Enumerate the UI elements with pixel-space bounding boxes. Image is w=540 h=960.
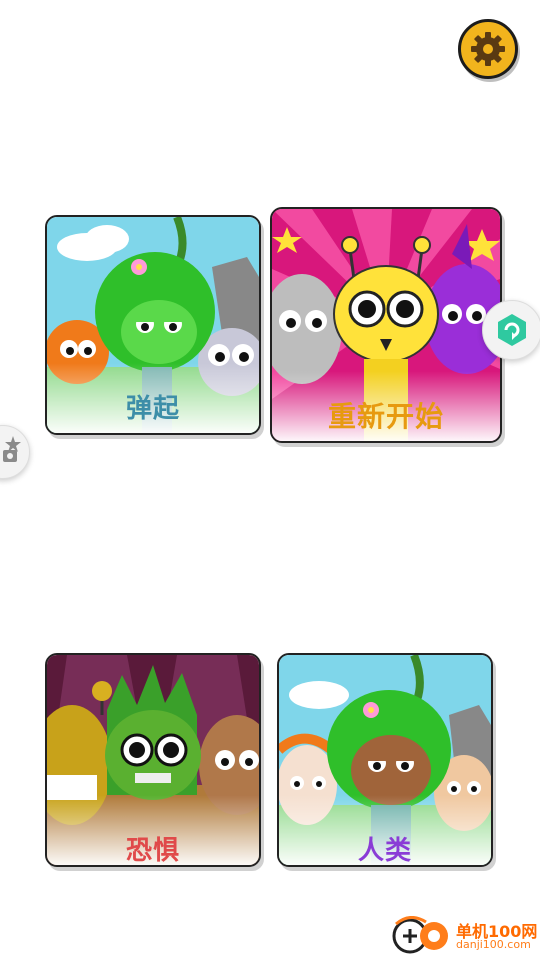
site-logo-icon	[392, 916, 448, 954]
mode-card-restart[interactable]: 重新开始	[270, 207, 502, 443]
gear-icon	[471, 32, 505, 66]
card-label: 人类	[357, 836, 412, 866]
watermark-url: danji100.com	[456, 938, 531, 951]
card-label: 恐惧	[125, 836, 180, 866]
side-floating-button[interactable]	[0, 425, 30, 479]
card-label: 重新开始	[327, 400, 444, 433]
settings-button[interactable]	[458, 19, 518, 79]
mode-card-horror[interactable]: 恐惧	[45, 653, 261, 867]
watermark: 单机100网 danji100.com	[390, 916, 540, 956]
star-camera-icon	[3, 436, 21, 462]
mode-card-bounce[interactable]: 弹起	[45, 215, 261, 435]
card-label: 弹起	[125, 394, 180, 424]
mode-card-human[interactable]: 人类	[277, 653, 493, 867]
refresh-badge-icon	[498, 314, 526, 346]
refresh-floating-button[interactable]	[482, 300, 540, 360]
